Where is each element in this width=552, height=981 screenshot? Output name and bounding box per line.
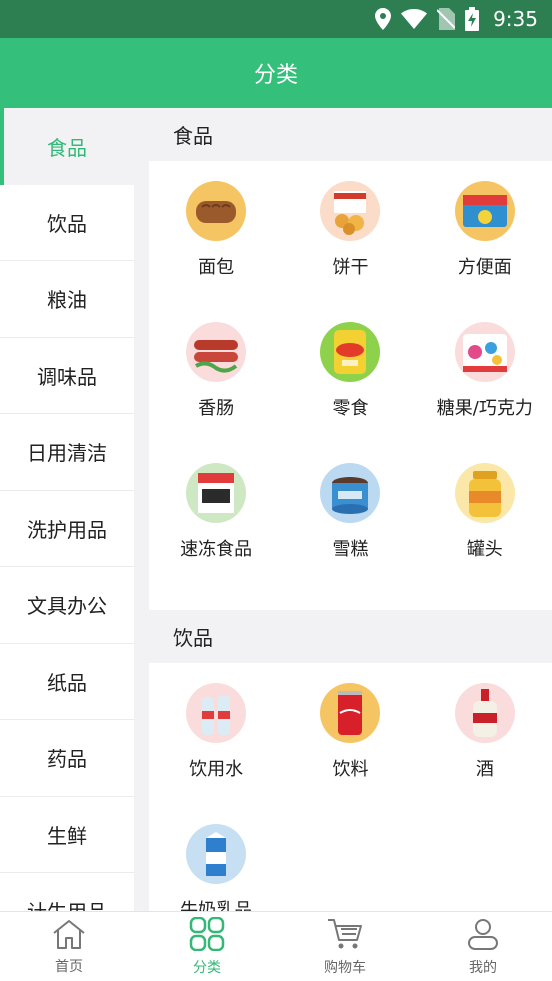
category-sidebar: 食品 饮品 粮油 调味品 日用清洁 洗护用品 文具办公 纸品 药品 生鲜 计生用…	[0, 108, 134, 911]
bottom-tab-bar: 首页 分类 购物车 我的	[0, 911, 552, 981]
sidebar-item-fresh[interactable]: 生鲜	[0, 797, 134, 873]
tab-category[interactable]: 分类	[138, 912, 276, 981]
tab-cart[interactable]: 购物车	[276, 912, 414, 981]
product-grid: 饮用水 饮料 酒 牛奶乳品	[149, 663, 552, 911]
home-icon	[51, 918, 87, 956]
tab-home[interactable]: 首页	[0, 912, 138, 981]
milk-dairy-image	[186, 824, 247, 884]
grid-item-sausage[interactable]: 香肠	[149, 322, 283, 463]
bread-image	[186, 181, 247, 241]
sidebar-item-grain-oil[interactable]: 粮油	[0, 261, 134, 338]
sidebar-item-personal-care[interactable]: 洗护用品	[0, 491, 134, 567]
status-bar: 9:35	[0, 0, 552, 38]
sidebar-item-food[interactable]: 食品	[0, 108, 134, 185]
sidebar-item-condiments[interactable]: 调味品	[0, 338, 134, 414]
grid-item-biscuits[interactable]: 饼干	[283, 181, 417, 322]
grid-item-label: 雪糕	[332, 539, 369, 560]
grid-item-liquor[interactable]: 酒	[418, 683, 552, 824]
grid-item-label: 香肠	[198, 398, 235, 419]
canned-food-image	[454, 463, 515, 523]
ice-cream-image	[320, 463, 381, 523]
grid-item-beverages[interactable]: 饮料	[283, 683, 417, 824]
sausage-image	[186, 322, 247, 382]
status-time: 9:35	[493, 7, 538, 31]
grid-item-milk-dairy[interactable]: 牛奶乳品	[149, 824, 283, 911]
user-icon	[466, 917, 500, 957]
tab-me[interactable]: 我的	[414, 912, 552, 981]
biscuits-image	[320, 181, 381, 241]
battery-charging-icon	[465, 7, 480, 31]
section-title: 食品	[173, 124, 213, 148]
grid-item-candy-chocolate[interactable]: 糖果/巧克力	[418, 322, 552, 463]
grid-item-drinking-water[interactable]: 饮用水	[149, 683, 283, 824]
grid-item-label: 零食	[332, 398, 369, 419]
instant-noodles-image	[454, 181, 515, 241]
tab-label: 购物车	[324, 959, 366, 976]
app-header: 分类	[0, 38, 552, 108]
grid-item-label: 面包	[198, 257, 235, 278]
drinking-water-image	[186, 683, 247, 743]
no-sim-icon	[437, 8, 456, 30]
beverages-image	[320, 683, 381, 743]
grid-item-snacks[interactable]: 零食	[283, 322, 417, 463]
tab-label: 我的	[469, 959, 497, 976]
sidebar-item-label: 计生用品	[27, 896, 107, 911]
sidebar-item-label: 洗护用品	[27, 517, 107, 542]
grid-item-bread[interactable]: 面包	[149, 181, 283, 322]
grid-item-label: 酒	[475, 759, 494, 780]
grid-item-label: 饼干	[332, 257, 369, 278]
sidebar-item-medicine[interactable]: 药品	[0, 720, 134, 797]
wifi-icon	[401, 9, 428, 29]
grid-item-ice-cream[interactable]: 雪糕	[283, 463, 417, 604]
grid-item-instant-noodles[interactable]: 方便面	[418, 181, 552, 322]
location-icon	[375, 8, 392, 30]
sidebar-item-label: 饮品	[47, 211, 87, 236]
grid-item-label: 罐头	[466, 539, 503, 560]
sidebar-item-label: 生鲜	[47, 823, 87, 848]
sidebar-item-label: 纸品	[47, 670, 87, 695]
tab-label: 首页	[55, 958, 83, 975]
sidebar-item-label: 调味品	[37, 364, 97, 389]
sidebar-item-label: 药品	[47, 747, 87, 772]
grid-item-label: 牛奶乳品	[180, 900, 253, 911]
sidebar-item-stationery[interactable]: 文具办公	[0, 567, 134, 644]
grid-item-label: 饮料	[332, 759, 369, 780]
sidebar-item-label: 日用清洁	[27, 441, 107, 466]
grid-item-label: 速冻食品	[180, 539, 253, 560]
liquor-image	[454, 683, 515, 743]
grid-item-label: 饮用水	[189, 759, 244, 780]
sidebar-item-drinks[interactable]: 饮品	[0, 185, 134, 261]
cart-icon	[326, 917, 364, 957]
sidebar-item-daily-cleaning[interactable]: 日用清洁	[0, 414, 134, 491]
category-grid-icon	[189, 916, 225, 957]
sidebar-item-label: 粮油	[47, 288, 87, 313]
sidebar-item-paper[interactable]: 纸品	[0, 644, 134, 720]
tab-label: 分类	[193, 959, 221, 976]
grid-item-label: 方便面	[457, 257, 512, 278]
sidebar-item-label: 食品	[47, 135, 87, 160]
product-grid: 面包 饼干 方便面 香肠 零食 糖果/巧克力 速冻食品 雪糕 罐头	[149, 161, 552, 610]
category-content: 食品 面包 饼干 方便面 香肠 零食 糖果/巧克力 速冻食品 雪糕 罐头 饮品 …	[149, 108, 552, 911]
page-title: 分类	[253, 63, 298, 88]
snacks-image	[320, 322, 381, 382]
sidebar-item-family-planning[interactable]: 计生用品	[0, 873, 134, 911]
frozen-food-image	[186, 463, 247, 523]
candy-chocolate-image	[454, 322, 515, 382]
grid-item-canned-food[interactable]: 罐头	[418, 463, 552, 604]
section-title: 饮品	[173, 626, 213, 650]
grid-item-frozen-food[interactable]: 速冻食品	[149, 463, 283, 604]
grid-item-label: 糖果/巧克力	[436, 398, 533, 419]
sidebar-item-label: 文具办公	[27, 594, 107, 619]
